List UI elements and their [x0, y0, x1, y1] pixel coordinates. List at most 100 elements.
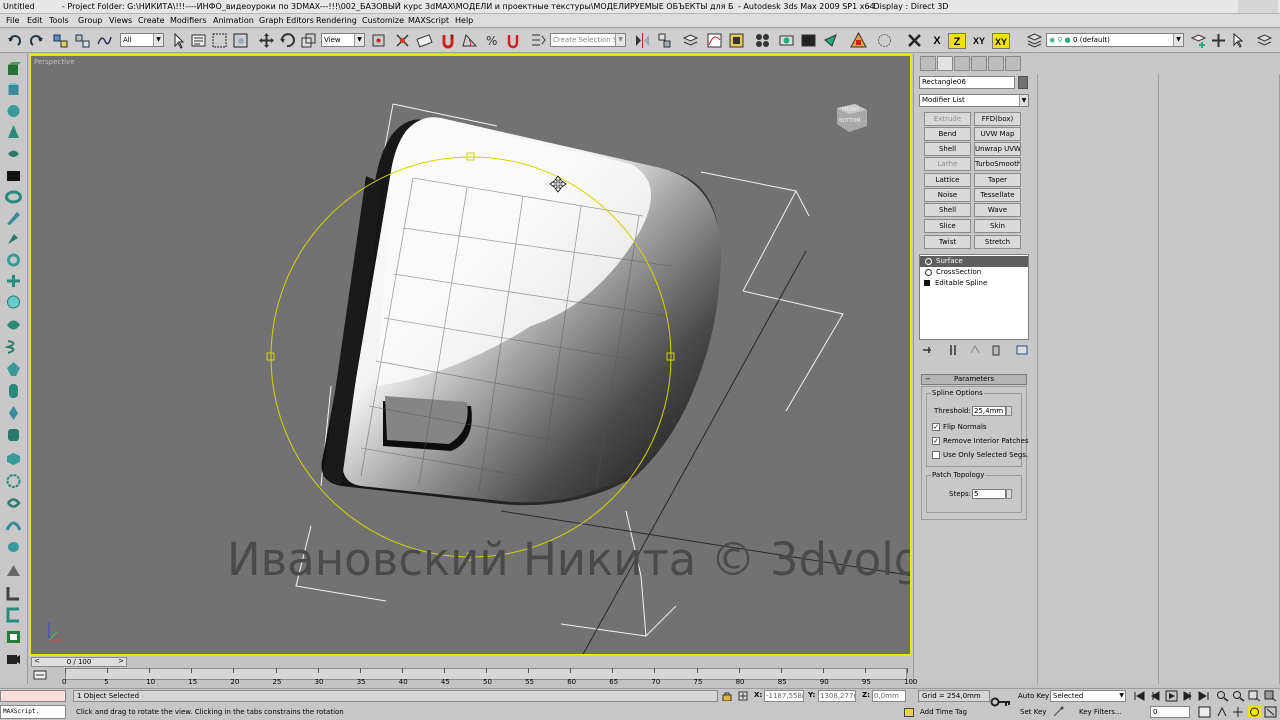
select-and-link-icon[interactable]	[52, 32, 69, 49]
rendered-frame-window-icon[interactable]	[800, 32, 817, 49]
axis-xy-button[interactable]: XY	[970, 33, 988, 49]
hose-icon[interactable]	[4, 516, 23, 534]
percent-snap-icon[interactable]: %	[483, 32, 500, 49]
capsule-icon[interactable]	[4, 382, 23, 400]
zoom-extents-icon[interactable]	[1248, 690, 1261, 702]
lattice-button[interactable]: Lattice	[924, 173, 971, 187]
modify-tab-icon[interactable]	[937, 56, 953, 71]
stack-item-surface[interactable]: Surface	[920, 256, 1028, 267]
c-ext-icon[interactable]	[4, 606, 23, 624]
mini-curve-editor-icon[interactable]	[33, 670, 47, 680]
window-crossing-icon[interactable]	[232, 32, 249, 49]
bind-to-space-warp-icon[interactable]	[96, 32, 113, 49]
set-key-button[interactable]: Set Key	[1020, 708, 1046, 716]
pencil-icon[interactable]	[4, 209, 23, 227]
pan-icon[interactable]	[1232, 706, 1245, 718]
layer-manager-icon[interactable]	[682, 32, 699, 49]
tessellate-button[interactable]: Tessellate	[974, 188, 1021, 202]
chevron-right-icon[interactable]: >	[118, 657, 124, 665]
select-and-scale-icon[interactable]	[300, 32, 317, 49]
geosphere-icon[interactable]	[4, 293, 23, 311]
display-tab-icon[interactable]	[988, 56, 1004, 71]
absolute-mode-icon[interactable]	[738, 691, 748, 701]
create-tab-icon[interactable]	[920, 56, 936, 71]
show-end-result-icon[interactable]	[946, 343, 960, 357]
go-to-end-icon[interactable]	[1197, 690, 1210, 702]
select-by-name-icon[interactable]	[190, 32, 207, 49]
viewport-label[interactable]: Perspective	[34, 58, 75, 66]
box-icon[interactable]	[4, 60, 23, 78]
tube-icon[interactable]	[4, 188, 23, 206]
chamfer-box-icon[interactable]	[4, 426, 23, 444]
menu-create[interactable]: Create	[138, 16, 165, 25]
l-ext-icon[interactable]	[4, 584, 23, 602]
layers-icon[interactable]	[1026, 32, 1043, 49]
steps-spinner[interactable]: 5	[972, 489, 1012, 499]
rectangular-selection-icon[interactable]	[211, 32, 228, 49]
select-and-rotate-icon[interactable]	[279, 32, 296, 49]
redo-icon[interactable]	[28, 32, 45, 49]
menu-edit[interactable]: Edit	[27, 16, 43, 25]
ringwave-icon[interactable]	[4, 472, 23, 490]
axis-z-button[interactable]: Z	[948, 33, 966, 49]
cone-icon[interactable]	[4, 123, 23, 141]
render-production-icon[interactable]	[850, 32, 867, 49]
render-setup-icon[interactable]	[778, 32, 795, 49]
menu-views[interactable]: Views	[109, 16, 132, 25]
key-filters-button[interactable]: Key Filters...	[1079, 708, 1122, 716]
edit-named-selections-icon[interactable]	[530, 32, 547, 49]
key-mode-dropdown[interactable]: Selected ▼	[1050, 690, 1126, 702]
modifier-list-dropdown[interactable]: Modifier List ▼	[919, 94, 1029, 107]
threshold-spinner[interactable]: 25,4mm	[972, 406, 1012, 416]
oil-tank-icon[interactable]	[4, 538, 23, 556]
motion-tab-icon[interactable]	[971, 56, 987, 71]
create-new-layer-icon[interactable]	[1190, 32, 1207, 49]
menu-modifiers[interactable]: Modifiers	[170, 16, 207, 25]
plus-icon[interactable]	[4, 272, 23, 290]
wave-button[interactable]: Wave	[974, 203, 1021, 217]
zoom-extents-all-icon[interactable]	[1264, 690, 1277, 702]
use-only-selected-segs-checkbox[interactable]	[932, 451, 940, 459]
object-color-swatch[interactable]	[1018, 76, 1028, 89]
select-manipulate-icon[interactable]	[394, 32, 411, 49]
unwrap-uvw-button[interactable]: Unwrap UVW	[974, 142, 1021, 156]
spinner-snap-icon[interactable]	[505, 32, 522, 49]
window-controls[interactable]	[1238, 0, 1278, 13]
shell-button-2[interactable]: Shell	[924, 203, 971, 217]
noise-button[interactable]: Noise	[924, 188, 971, 202]
mirror-icon[interactable]	[634, 32, 651, 49]
spindle-icon[interactable]	[4, 404, 23, 422]
turbosmooth-button[interactable]: TurboSmooth	[974, 157, 1021, 171]
pivot-center-icon[interactable]	[370, 32, 387, 49]
cylinder-icon[interactable]	[4, 81, 23, 99]
reference-coordinate-dropdown[interactable]: View ▼	[321, 33, 365, 47]
twist-button[interactable]: Twist	[924, 235, 971, 249]
perspective-viewport[interactable]: Perspective FRONT BOTTOM Ивановский Ники…	[29, 54, 912, 656]
quick-render-icon[interactable]	[822, 32, 839, 49]
orbit-icon[interactable]	[1248, 706, 1261, 718]
axis-xy-plane-button[interactable]: XY	[992, 33, 1010, 49]
lathe-button[interactable]: Lathe	[924, 157, 971, 171]
keyboard-shortcut-icon[interactable]	[416, 32, 433, 49]
torus-knot-icon[interactable]	[4, 494, 23, 512]
bend-button[interactable]: Bend	[924, 127, 971, 141]
add-selection-to-layer-icon[interactable]	[1210, 32, 1227, 49]
snap-3d-icon[interactable]: 3	[440, 32, 457, 49]
stretch-button[interactable]: Stretch	[974, 235, 1021, 249]
align-icon[interactable]	[656, 32, 673, 49]
paint-icon[interactable]	[4, 230, 23, 248]
curve-editor-icon[interactable]	[706, 32, 723, 49]
z-coordinate-field[interactable]: 0,0mm	[872, 690, 906, 702]
slice-button[interactable]: Slice	[924, 219, 971, 233]
time-slider[interactable]: < 0 / 100 >	[31, 657, 127, 667]
camera-icon[interactable]	[4, 650, 23, 668]
layer-dropdown[interactable]: ◉ ⚲ ● 0 (default) ▼	[1046, 33, 1184, 47]
parameters-rollout-header[interactable]: − Parameters	[921, 374, 1027, 385]
spinner-arrows-icon[interactable]	[1006, 406, 1012, 416]
maximize-viewport-icon[interactable]	[1264, 706, 1277, 718]
selection-filter-dropdown[interactable]: All ▼	[120, 33, 164, 47]
torus-icon[interactable]	[4, 251, 23, 269]
helix-icon[interactable]	[4, 338, 23, 356]
spinner-arrows-icon[interactable]	[1006, 489, 1012, 499]
unlink-selection-icon[interactable]	[74, 32, 91, 49]
